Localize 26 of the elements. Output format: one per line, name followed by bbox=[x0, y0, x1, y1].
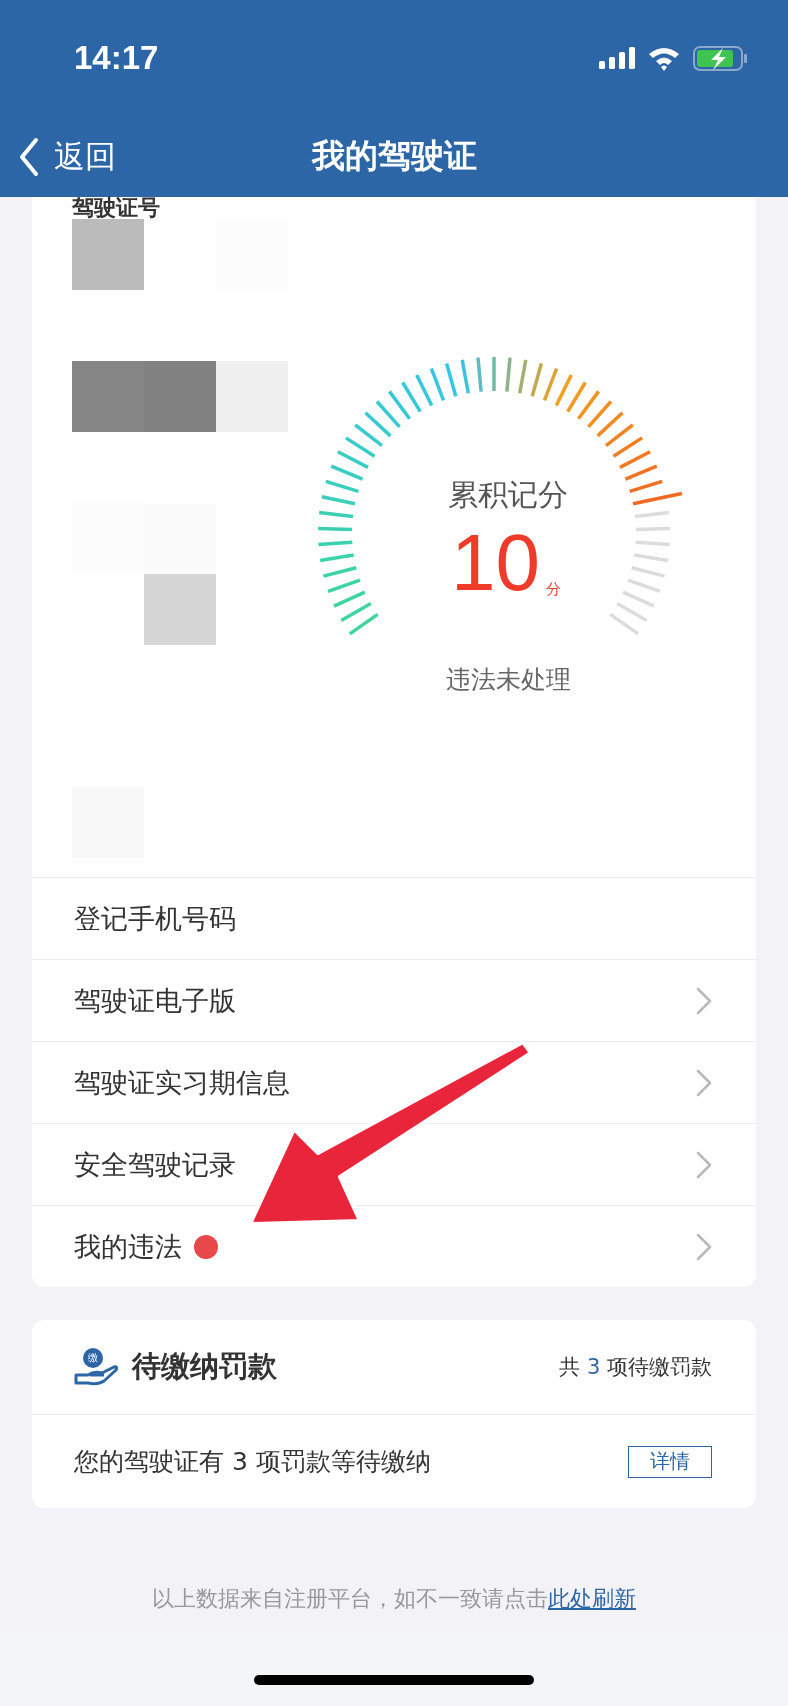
menu-item-label: 我的违法 bbox=[74, 1229, 182, 1264]
menu-item-label: 登记手机号码 bbox=[74, 901, 236, 936]
refresh-link[interactable]: 此处刷新 bbox=[548, 1586, 636, 1611]
data-source-note: 以上数据来自注册平台，如不一致请点击此处刷新 bbox=[152, 1586, 636, 1611]
gauge-status: 违法未处理 bbox=[445, 664, 571, 696]
back-button[interactable]: 返回 bbox=[18, 135, 116, 178]
menu-item[interactable]: 驾驶证电子版 bbox=[32, 959, 756, 1041]
wifi-icon bbox=[647, 45, 681, 71]
signal-icon bbox=[599, 47, 635, 69]
back-chevron-icon bbox=[18, 136, 40, 177]
status-time: 14:17 bbox=[74, 39, 160, 77]
menu-item-label: 驾驶证电子版 bbox=[74, 983, 236, 1018]
license-number-label: 驾驶证号 bbox=[72, 197, 160, 218]
fines-title: 待缴纳罚款 bbox=[132, 1348, 277, 1385]
menu-item-label: 驾驶证实习期信息 bbox=[74, 1065, 290, 1100]
home-indicator[interactable] bbox=[254, 1675, 534, 1685]
fines-summary: 共 3 项待缴罚款 bbox=[559, 1354, 712, 1381]
score-unit: 分 bbox=[546, 580, 561, 599]
page-title: 我的驾驶证 bbox=[311, 136, 477, 175]
gauge-title: 累积记分 bbox=[448, 476, 568, 514]
details-button[interactable]: 详情 bbox=[628, 1445, 712, 1478]
fines-message: 您的驾驶证有 3 项罚款等待缴纳 bbox=[74, 1446, 431, 1478]
battery-charging-icon bbox=[693, 45, 748, 71]
score-value: 10 bbox=[451, 523, 540, 603]
menu-item[interactable]: 登记手机号码 bbox=[32, 877, 756, 959]
menu-item-label: 安全驾驶记录 bbox=[74, 1147, 236, 1182]
